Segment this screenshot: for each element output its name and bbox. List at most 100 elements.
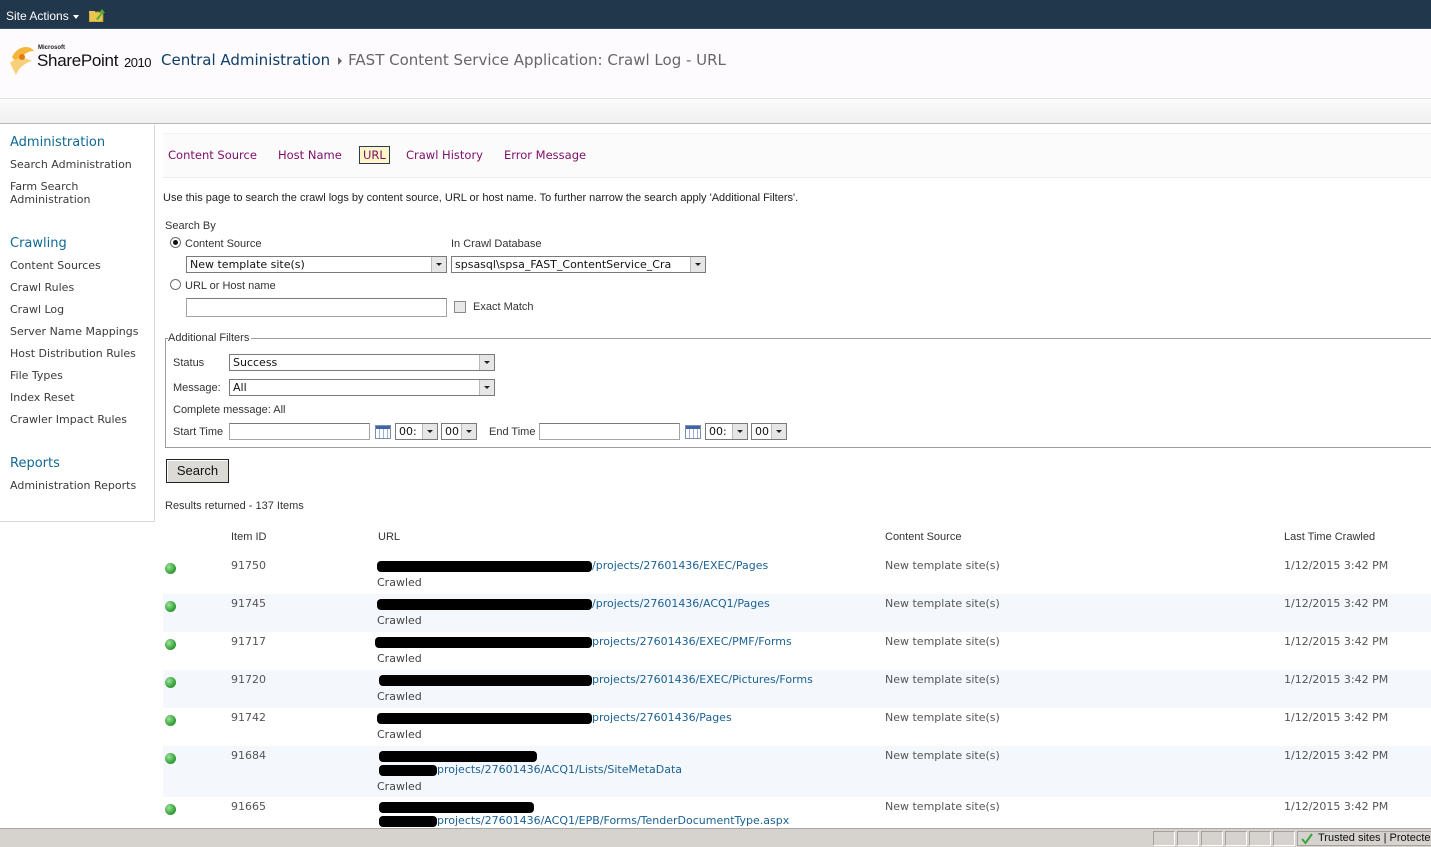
crawl-log-tabs: Content Source Host Name URL Crawl Histo… xyxy=(163,133,1431,178)
column-header-content-source[interactable]: Content Source xyxy=(885,531,961,543)
calendar-icon[interactable] xyxy=(375,425,391,439)
redacted-text xyxy=(375,636,592,648)
url-link[interactable]: projects/27601436/Pages xyxy=(592,711,732,724)
table-row: 91750 /projects/27601436/EXEC/Pages Craw… xyxy=(163,556,1431,594)
column-header-url[interactable]: URL xyxy=(378,531,400,543)
crawl-status: Crawled xyxy=(377,576,422,589)
sharepoint-logo-icon xyxy=(10,47,34,75)
ql-item-host-distribution-rules[interactable]: Host Distribution Rules xyxy=(10,347,150,360)
browser-status-bar: Trusted sites | Protected Mode: Off xyxy=(0,828,1431,847)
complete-message-text: Complete message: All xyxy=(173,404,286,416)
url-cell-line1 xyxy=(379,749,537,762)
breadcrumb-root-link[interactable]: Central Administration xyxy=(161,51,330,69)
table-row: 91745 /projects/27601436/ACQ1/Pages Craw… xyxy=(163,594,1431,632)
tab-content-source[interactable]: Content Source xyxy=(168,148,257,162)
start-minute-select[interactable]: 00 xyxy=(441,423,477,440)
tab-url[interactable]: URL xyxy=(359,146,390,164)
exact-match-checkbox[interactable] xyxy=(454,301,466,313)
content-source: New template site(s) xyxy=(885,749,1000,762)
content-source: New template site(s) xyxy=(885,711,1000,724)
start-time-input[interactable] xyxy=(229,423,370,440)
sharepoint-logo[interactable]: Microsoft SharePoint 2010 xyxy=(8,41,153,81)
message-label: Message: xyxy=(173,382,221,394)
url-link[interactable]: /projects/27601436/ACQ1/Pages xyxy=(592,597,770,610)
search-button[interactable]: Search xyxy=(166,459,229,483)
ql-item-crawler-impact-rules[interactable]: Crawler Impact Rules xyxy=(10,413,150,426)
site-actions-label: Site Actions xyxy=(6,9,69,23)
crawl-status: Crawled xyxy=(377,614,422,627)
item-id: 91745 xyxy=(231,597,266,610)
navigate-up-folder-icon[interactable] xyxy=(89,9,105,22)
ql-item-crawl-rules[interactable]: Crawl Rules xyxy=(10,281,150,294)
ql-heading-crawling[interactable]: Crawling xyxy=(10,236,67,251)
url-cell: /projects/27601436/ACQ1/Pages xyxy=(377,597,770,610)
status-success-icon[interactable] xyxy=(165,639,176,650)
content-source-select-value: New template site(s) xyxy=(190,258,305,271)
column-header-item-id[interactable]: Item ID xyxy=(231,531,266,543)
status-select-value: Success xyxy=(233,356,278,369)
last-crawled: 1/12/2015 3:42 PM xyxy=(1284,635,1389,648)
content-source-select[interactable]: New template site(s) xyxy=(186,256,447,273)
url-link[interactable]: projects/27601436/EXEC/PMF/Forms xyxy=(592,635,792,648)
url-link[interactable]: projects/27601436/ACQ1/Lists/SiteMetaDat… xyxy=(437,763,682,776)
ql-heading-reports[interactable]: Reports xyxy=(10,456,60,471)
crawl-status: Crawled xyxy=(377,728,422,741)
start-hour-select[interactable]: 00: xyxy=(395,423,438,440)
ql-item-administration-reports[interactable]: Administration Reports xyxy=(10,479,150,492)
status-select[interactable]: Success xyxy=(229,354,495,371)
table-row: 91684 projects/27601436/ACQ1/Lists/SiteM… xyxy=(163,746,1431,797)
url-link[interactable]: projects/27601436/ACQ1/EPB/Forms/TenderD… xyxy=(437,814,789,827)
site-actions-menu[interactable]: Site Actions xyxy=(6,9,79,23)
tab-host-name[interactable]: Host Name xyxy=(278,148,342,162)
tab-crawl-history[interactable]: Crawl History xyxy=(406,148,483,162)
page-title: FAST Content Service Application: Crawl … xyxy=(348,51,726,69)
url-host-input[interactable] xyxy=(186,298,447,317)
chevron-down-icon xyxy=(422,424,437,439)
chevron-down-icon xyxy=(479,380,494,395)
ribbon: Site Actions xyxy=(0,0,1431,29)
radio-content-source[interactable] xyxy=(170,237,181,248)
ql-item-search-administration[interactable]: Search Administration xyxy=(10,158,150,171)
status-label: Status xyxy=(173,357,205,369)
message-select-value: All xyxy=(233,381,247,394)
crawl-database-select[interactable]: spsasql\spsa_FAST_ContentService_Cra xyxy=(451,256,706,273)
status-success-icon[interactable] xyxy=(165,601,176,612)
calendar-icon[interactable] xyxy=(685,425,701,439)
status-success-icon[interactable] xyxy=(165,804,176,815)
status-success-icon[interactable] xyxy=(165,753,176,764)
item-id: 91717 xyxy=(231,635,266,648)
quick-launch: Administration Search Administration Far… xyxy=(0,125,155,522)
url-link[interactable]: projects/27601436/EXEC/Pictures/Forms xyxy=(592,673,813,686)
additional-filters: Additional Filters Status Success Messag… xyxy=(165,332,1431,448)
last-crawled: 1/12/2015 3:42 PM xyxy=(1284,711,1389,724)
column-header-last-time-crawled[interactable]: Last Time Crawled xyxy=(1284,531,1375,543)
url-link[interactable]: /projects/27601436/EXEC/Pages xyxy=(592,559,768,572)
security-zone[interactable]: Trusted sites | Protected Mode: Off xyxy=(1297,831,1431,846)
table-row: 91742 projects/27601436/Pages Crawled Ne… xyxy=(163,708,1431,746)
chevron-down-icon xyxy=(771,424,786,439)
item-id: 91684 xyxy=(231,749,266,762)
ql-item-file-types[interactable]: File Types xyxy=(10,369,150,382)
ql-item-farm-search-administration[interactable]: Farm Search Administration xyxy=(10,180,150,206)
checkmark-icon xyxy=(1301,833,1313,845)
status-success-icon[interactable] xyxy=(165,677,176,688)
last-crawled: 1/12/2015 3:42 PM xyxy=(1284,559,1389,572)
radio-url-host-name[interactable] xyxy=(170,279,181,290)
status-success-icon[interactable] xyxy=(165,715,176,726)
ql-item-server-name-mappings[interactable]: Server Name Mappings xyxy=(10,325,150,338)
security-zone-text: Trusted sites | Protected Mode: Off xyxy=(1318,832,1431,844)
end-time-label: End Time xyxy=(489,426,536,438)
ql-item-content-sources[interactable]: Content Sources xyxy=(10,259,150,272)
logo-year-text: 2010 xyxy=(124,55,151,70)
search-by-label: Search By xyxy=(165,220,216,232)
end-time-input[interactable] xyxy=(539,423,680,440)
status-success-icon[interactable] xyxy=(165,563,176,574)
tab-error-message[interactable]: Error Message xyxy=(504,148,586,162)
end-hour-select[interactable]: 00: xyxy=(705,423,748,440)
ql-item-index-reset[interactable]: Index Reset xyxy=(10,391,150,404)
ql-item-crawl-log[interactable]: Crawl Log xyxy=(10,303,150,316)
message-select[interactable]: All xyxy=(229,379,495,396)
breadcrumb-arrow-icon xyxy=(338,56,343,65)
ql-heading-administration[interactable]: Administration xyxy=(10,135,105,150)
end-minute-select[interactable]: 00 xyxy=(751,423,787,440)
